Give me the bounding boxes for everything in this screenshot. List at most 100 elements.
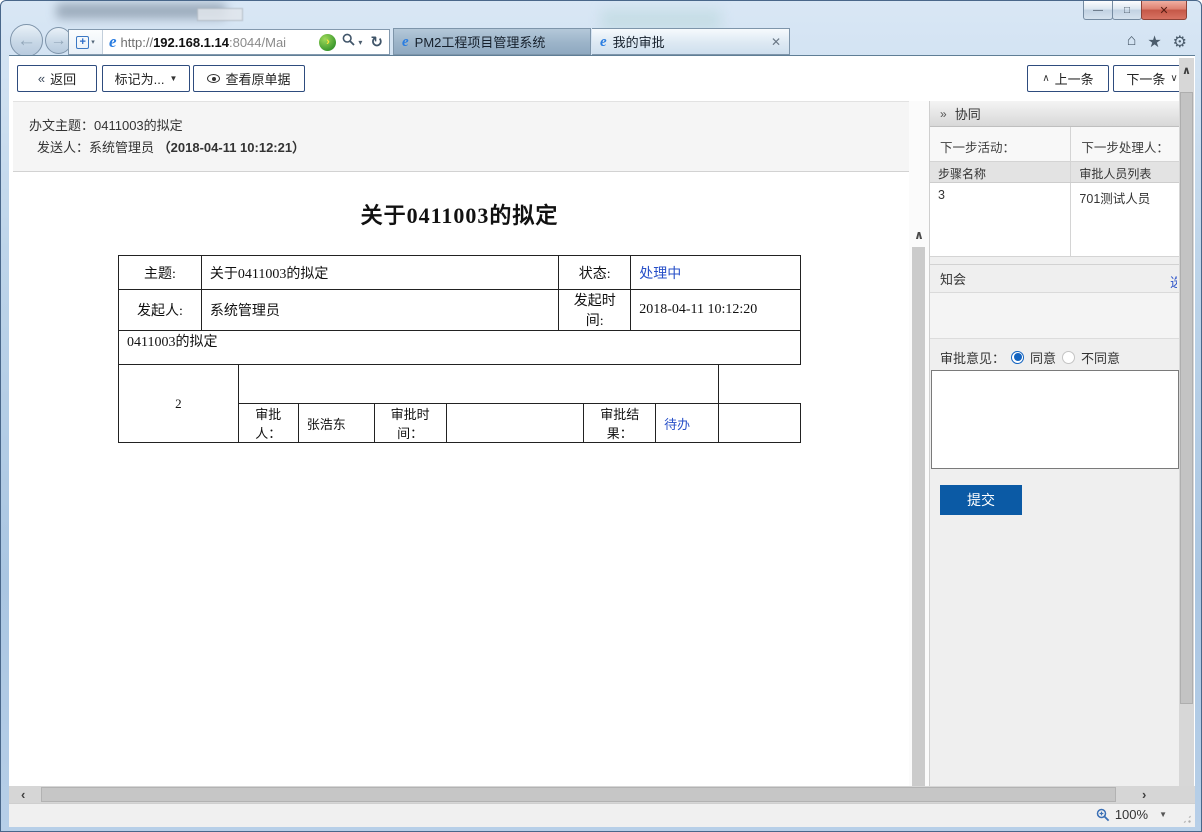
start-time-value-cell: 2018-04-11 10:12:20 [631, 290, 801, 331]
mark-as-button[interactable]: 标记为... ▼ [102, 65, 190, 92]
approver-list-header: 审批人员列表 [1071, 162, 1179, 182]
approval-result-label-cell: 审批结果： [584, 404, 656, 443]
collapse-icon[interactable]: » [940, 107, 947, 121]
scroll-up-icon[interactable]: ∧ [909, 228, 929, 242]
tab-pm2-system[interactable]: e PM2工程项目管理系统 [393, 28, 591, 55]
opinion-textarea[interactable] [931, 370, 1179, 469]
doc-subject-label: 办文主题： [29, 118, 94, 133]
subject-value-cell: 关于0411003的拟定 [201, 256, 558, 290]
return-button[interactable]: « 返回 [17, 65, 97, 92]
chevron-down-icon: ▼ [1159, 810, 1167, 819]
page-vertical-scrollbar[interactable]: ∧ [1179, 58, 1194, 787]
doc-subject-line: 办文主题：0411003的拟定 [29, 115, 183, 134]
home-icon[interactable]: ⌂ [1127, 32, 1137, 52]
favorites-star-icon[interactable]: ★ [1147, 32, 1161, 52]
page-viewport: « 返回 标记为... ▼ 查看原单据 ∧ 上一条 下一条 ∨ 办 [9, 55, 1195, 786]
content-scrollbar[interactable]: ∧ ∨ [909, 101, 929, 787]
doc-sender-value: 系统管理员 [89, 140, 154, 155]
addon-badge-icon[interactable]: › [319, 34, 336, 51]
browser-back-button[interactable]: ← [10, 24, 43, 57]
previous-item-button[interactable]: ∧ 上一条 [1027, 65, 1109, 92]
approval-extra-cell [719, 404, 801, 443]
search-dropdown-icon[interactable]: ▾ [358, 38, 362, 47]
opinion-label: 审批意见： [940, 348, 1005, 367]
chevron-down-icon: ▼ [169, 74, 177, 83]
tab-my-approvals[interactable]: e 我的审批 ✕ [592, 28, 790, 55]
resize-grip[interactable] [1182, 814, 1192, 824]
url-text[interactable]: http://192.168.1.14:8044/Mai [121, 35, 320, 50]
document-title: 关于0411003的拟定 [118, 198, 801, 230]
scroll-right-icon[interactable]: › [1142, 787, 1146, 802]
url-path: :8044/Mai [229, 35, 286, 50]
approval-record-table: 2 审批人： 张浩东 审批时间： 审批结果： 待办 [118, 364, 801, 443]
close-button[interactable]: ✕ [1141, 1, 1187, 20]
status-bar: 100% ▼ [9, 803, 1195, 827]
maximize-icon: □ [1124, 5, 1130, 16]
document-info-table: 主题: 关于0411003的拟定 状态: 处理中 发起人: 系统管理员 发起时间… [118, 255, 801, 365]
step-grid-header: 步骤名称 审批人员列表 [930, 162, 1179, 183]
ie-tab-icon: e [402, 34, 409, 50]
ie-page-icon: e [109, 34, 117, 50]
sidebar-title: 协同 [955, 104, 981, 123]
tab-label: 我的审批 [613, 32, 665, 51]
eye-icon [207, 74, 220, 83]
approval-step-cell: 2 [119, 365, 239, 443]
tab-close-icon[interactable]: ✕ [771, 35, 781, 49]
browser-action-icons: ⌂ ★ ⚙ [1127, 32, 1187, 52]
approval-opinion-row: 审批意见： 同意 不同意 [930, 343, 1179, 371]
window-controls: — □ ✕ [1084, 1, 1187, 20]
notify-recipients-box[interactable] [930, 293, 1179, 339]
step-name-value: 3 [930, 183, 1071, 256]
notify-row: 知会 选 [930, 264, 1179, 293]
status-label-cell: 状态: [559, 256, 631, 290]
agree-radio[interactable] [1011, 351, 1024, 364]
submit-label: 提交 [967, 490, 995, 510]
sidebar-header[interactable]: » 协同 [930, 101, 1179, 127]
initiator-label-cell: 发起人: [119, 290, 202, 331]
next-item-label: 下一条 [1126, 69, 1165, 88]
scrollbar-thumb[interactable] [912, 247, 925, 792]
scrollbar-thumb[interactable] [1180, 92, 1193, 704]
double-chevron-left-icon: « [38, 71, 45, 86]
address-bar[interactable]: + ▾ e http://192.168.1.14:8044/Mai › ▾ ↻ [68, 29, 390, 55]
approval-document: 关于0411003的拟定 主题: 关于0411003的拟定 状态: 处理中 发起… [118, 172, 801, 443]
scrollbar-thumb[interactable] [41, 787, 1116, 802]
refresh-icon[interactable]: ↻ [370, 33, 383, 51]
search-icon[interactable] [342, 33, 355, 51]
chevron-down-icon: ▾ [91, 38, 95, 46]
scroll-left-icon[interactable]: ‹ [21, 787, 25, 802]
maximize-button[interactable]: □ [1112, 1, 1142, 20]
document-area: 关于0411003的拟定 主题: 关于0411003的拟定 状态: 处理中 发起… [13, 172, 909, 787]
approval-empty-strip [238, 365, 718, 404]
mark-as-label: 标记为... [115, 69, 165, 88]
gear-icon[interactable]: ⚙ [1173, 32, 1187, 52]
view-original-label: 查看原单据 [225, 69, 290, 88]
zoom-control[interactable]: 100% ▼ [1096, 807, 1167, 822]
back-arrow-icon: ← [17, 30, 36, 52]
agree-label: 同意 [1030, 348, 1056, 367]
plus-icon: + [76, 36, 89, 49]
command-bar: « 返回 标记为... ▼ 查看原单据 ∧ 上一条 下一条 ∨ [9, 56, 1195, 101]
caret-down-icon: ∨ [1170, 73, 1177, 84]
page-horizontal-scrollbar[interactable]: ‹ › [9, 786, 1195, 803]
tab-label: PM2工程项目管理系统 [415, 32, 546, 51]
view-original-button[interactable]: 查看原单据 [193, 65, 305, 92]
start-time-label-cell: 发起时间: [559, 290, 631, 331]
close-icon: ✕ [1159, 4, 1168, 17]
step-grid-row[interactable]: 3 701测试人员 [930, 183, 1179, 257]
url-prefix: http:// [121, 35, 154, 50]
approver-value-cell: 张浩东 [298, 404, 374, 443]
doc-subject-value: 0411003的拟定 [94, 118, 183, 133]
zoom-magnifier-icon [1096, 808, 1110, 822]
subject-label-cell: 主题: [119, 256, 202, 290]
notify-select-link[interactable]: 选 [1170, 272, 1177, 291]
scroll-up-icon[interactable]: ∧ [1179, 64, 1194, 77]
submit-button[interactable]: 提交 [940, 485, 1022, 515]
quick-add-button[interactable]: + ▾ [69, 30, 103, 54]
glass-reflection [197, 8, 243, 21]
disagree-radio[interactable] [1062, 351, 1075, 364]
doc-sender-time: （2018-04-11 10:12:21） [158, 140, 305, 155]
status-value-cell: 处理中 [631, 256, 801, 290]
minimize-button[interactable]: — [1083, 1, 1113, 20]
approval-time-value-cell [446, 404, 584, 443]
